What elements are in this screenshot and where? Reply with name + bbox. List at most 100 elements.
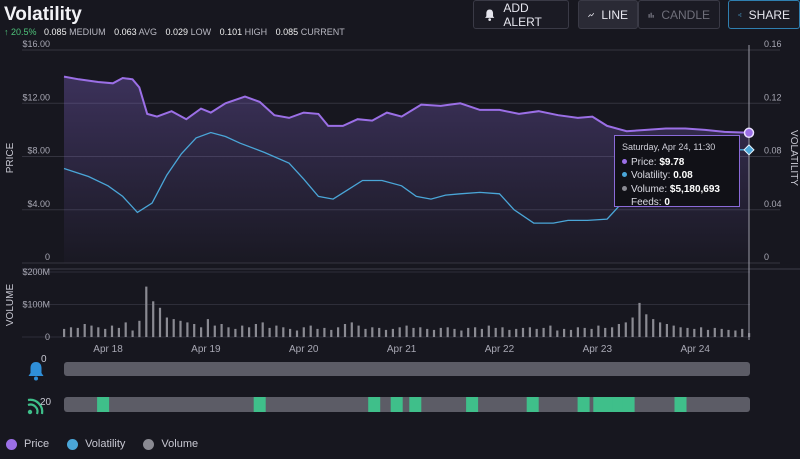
volume-bar	[501, 327, 504, 338]
volatility-tick-label: 0.04	[764, 199, 782, 209]
feed-mark	[409, 397, 422, 412]
volume-bar	[631, 317, 634, 337]
volume-bar	[597, 325, 600, 337]
legend-item-volume[interactable]: Volume	[143, 438, 198, 450]
hover-tooltip: Saturday, Apr 24, 11:30 Price: $9.78 Vol…	[614, 135, 740, 210]
volatility-axis-label: VOLATILITY	[788, 130, 799, 186]
tooltip-volume-label: Volume:	[631, 183, 668, 195]
alerts-count: 0	[41, 354, 47, 365]
volume-bar	[432, 329, 436, 337]
volume-bar	[665, 324, 668, 337]
volume-bar	[611, 327, 614, 338]
volume-axis-ticks: $200M $100M 0	[22, 267, 50, 342]
volume-bar	[295, 330, 299, 337]
tooltip-price-label: Price:	[631, 156, 657, 168]
volume-bar	[357, 325, 360, 337]
volume-bar	[467, 327, 470, 337]
volume-bar	[391, 328, 394, 337]
volume-bar	[419, 327, 422, 338]
volume-bar	[261, 322, 264, 337]
volume-bar	[186, 322, 189, 337]
volatility-tick-label: 0.12	[764, 92, 782, 102]
volume-bar	[590, 328, 593, 337]
volume-bar	[384, 329, 388, 337]
volume-bar	[624, 322, 627, 337]
alerts-lane[interactable]	[64, 362, 750, 376]
volume-bar	[289, 328, 292, 337]
date-tick-label: Apr 22	[485, 344, 515, 355]
volume-bar	[364, 328, 367, 337]
volume-bar	[398, 327, 401, 338]
volume-bar	[727, 329, 730, 337]
feed-mark	[577, 397, 590, 412]
volume-bar	[83, 324, 86, 337]
feeds-count: 20	[40, 397, 52, 408]
volume-bar	[659, 322, 662, 337]
volatility-chart[interactable]: $16.00 $12.00 $8.00 $4.00 0 0.16 0.12 0.08 0.04…	[0, 0, 800, 436]
volume-bar	[206, 319, 209, 337]
volume-bar	[569, 329, 573, 337]
volume-bar	[124, 322, 127, 337]
feed-mark	[253, 397, 266, 412]
volume-bar	[734, 330, 737, 337]
volume-bars	[63, 286, 751, 338]
feed-mark	[593, 397, 606, 412]
price-tick-label: 0	[45, 252, 50, 262]
volume-bar	[508, 329, 511, 337]
volatility-tick-label: 0	[764, 252, 769, 262]
volume-bar	[453, 328, 456, 337]
volume-bar	[693, 328, 696, 337]
price-marker	[743, 127, 755, 139]
tooltip-price-value: $9.78	[659, 156, 685, 168]
volume-bar	[158, 307, 162, 338]
date-tick-label: Apr 21	[387, 344, 417, 355]
volume-bar	[720, 328, 723, 337]
volume-bar	[686, 327, 689, 337]
volume-bar	[474, 327, 477, 338]
volume-bar	[165, 317, 168, 337]
feeds-lane[interactable]	[64, 397, 750, 412]
volume-bar	[700, 327, 703, 338]
legend-item-volatility[interactable]: Volatility	[67, 438, 125, 450]
volume-bar	[330, 329, 333, 337]
date-tick-label: Apr 23	[583, 344, 613, 355]
volume-bar	[350, 322, 353, 337]
volume-bar	[645, 314, 648, 338]
volume-tick-label: $100M	[22, 300, 50, 310]
volume-bar	[528, 327, 531, 338]
volume-bar	[542, 327, 545, 337]
legend-volatility-label: Volatility	[85, 438, 126, 450]
legend-item-price[interactable]: Price	[6, 438, 49, 450]
volume-bar	[138, 320, 141, 338]
volatility-tick-label: 0.16	[764, 39, 782, 49]
date-tick-label: Apr 19	[191, 344, 221, 355]
volume-bar	[104, 328, 107, 337]
volume-bar	[405, 325, 408, 337]
volume-bar	[487, 325, 490, 337]
price-tick-label: $4.00	[27, 199, 50, 209]
feed-mark	[368, 397, 381, 412]
volume-bar	[200, 327, 203, 338]
feed-mark	[674, 397, 687, 412]
volatility-tick-label: 0.08	[764, 146, 782, 156]
volume-bar	[556, 330, 559, 337]
volume-bar	[220, 324, 223, 337]
feed-mark	[526, 397, 539, 412]
tooltip-date: Saturday, Apr 24, 11:30	[622, 142, 716, 152]
volume-bar	[604, 327, 607, 337]
volume-bar	[521, 327, 525, 337]
volume-bar	[323, 327, 326, 337]
tooltip-feeds-value: 0	[664, 197, 670, 208]
volume-bar	[241, 325, 244, 337]
tooltip-feeds-row: Feeds: 0	[622, 196, 732, 210]
volume-bar	[672, 325, 675, 337]
volume-bar	[535, 328, 538, 337]
volatility-axis-ticks: 0.16 0.12 0.08 0.04 0	[764, 39, 782, 262]
tooltip-feeds-label: Feeds:	[631, 197, 662, 208]
price-tick-label: $8.00	[27, 146, 50, 156]
price-tick-label: $16.00	[22, 39, 50, 49]
volume-bar	[426, 328, 429, 337]
feed-mark	[622, 397, 635, 412]
volume-bar	[152, 301, 155, 338]
volume-bar	[254, 324, 257, 337]
